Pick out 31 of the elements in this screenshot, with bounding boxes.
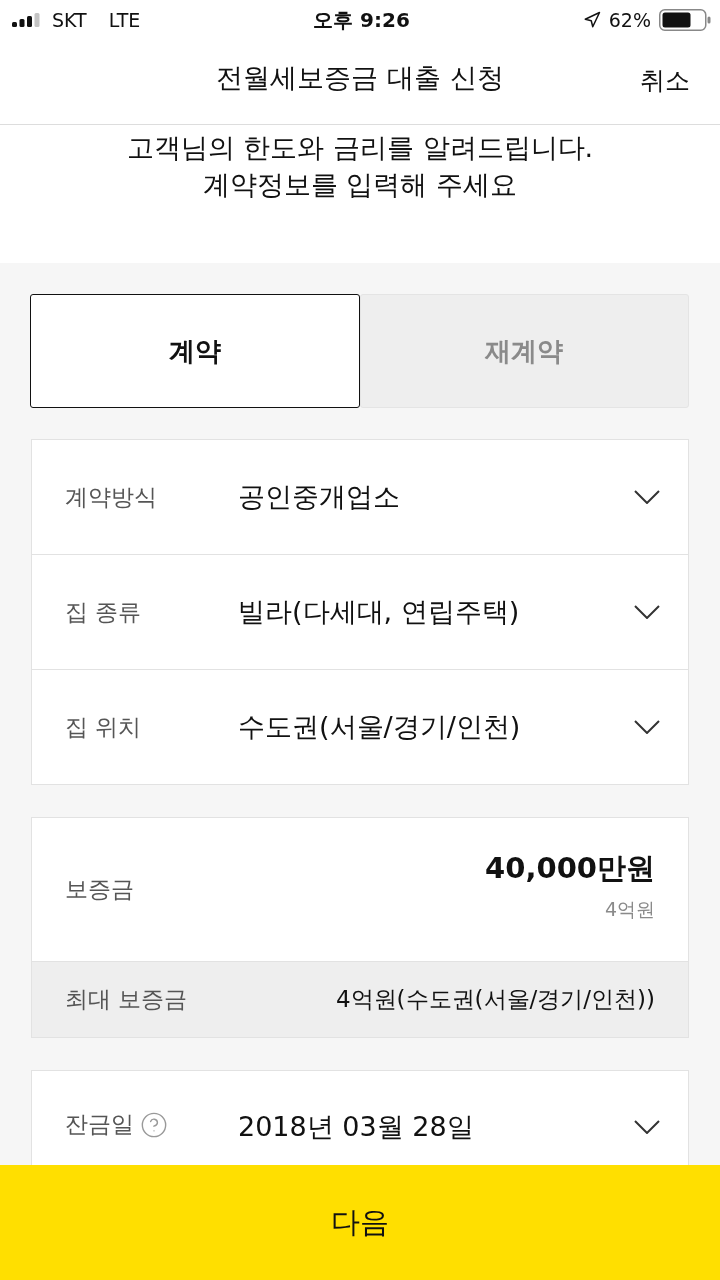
field-label: 계약방식 — [65, 482, 157, 512]
chevron-down-icon — [634, 720, 660, 734]
field-label: 잔금일 — [65, 1110, 134, 1139]
chevron-down-icon — [634, 490, 660, 504]
deposit-amount: 40,000만원 — [485, 849, 655, 887]
battery-icon — [659, 9, 711, 31]
dropdown-select[interactable]: 수도권(서울/경기/인천) — [238, 709, 660, 745]
max-deposit-value: 4억원(수도권(서울/경기/인천)) — [335, 985, 655, 1014]
dropdown-select[interactable]: 빌라(다세대, 연립주택) — [238, 594, 660, 630]
cancel-button[interactable]: 취소 — [638, 60, 692, 101]
field-label: 집 종류 — [65, 597, 142, 627]
deposit-amount-words: 4억원 — [604, 896, 655, 922]
dropdown-select[interactable]: 공인중개업소 — [238, 479, 660, 515]
intro-text: 계약정보를 입력해 주세요 — [202, 168, 518, 202]
page-title: 전월세보증금 대출 신청 — [216, 61, 504, 95]
chevron-down-icon — [634, 1120, 660, 1134]
signal-icon — [12, 13, 40, 27]
field-label: 집 위치 — [65, 712, 142, 742]
max-deposit-label: 최대 보증금 — [65, 985, 188, 1014]
location-arrow-icon — [582, 11, 601, 29]
battery-percent: 62% — [608, 9, 651, 31]
carrier-name: SKT — [52, 9, 87, 31]
field-label: 보증금 — [65, 875, 134, 904]
network-type: LTE — [108, 9, 141, 31]
help-icon[interactable] — [140, 1110, 168, 1139]
dropdown-select[interactable]: 2018년 03월 28일 — [238, 1109, 660, 1145]
intro-text: 고객님의 한도와 금리를 알려드립니다. — [126, 131, 594, 165]
next-button[interactable]: 다음 — [0, 1165, 720, 1280]
contract-tab[interactable]: 계약 — [30, 294, 360, 408]
chevron-down-icon — [634, 605, 660, 619]
status-time: 오후 9:26 — [313, 6, 410, 34]
